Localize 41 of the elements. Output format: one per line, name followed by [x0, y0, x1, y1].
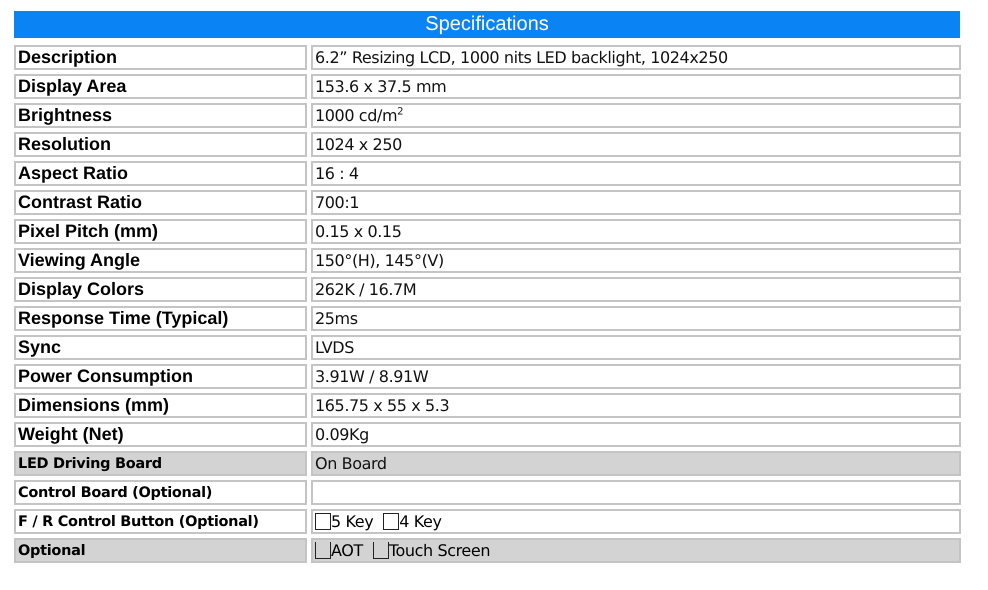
spec-value: 700:1: [315, 193, 360, 212]
spec-label: Display Area: [18, 76, 126, 97]
spec-label: Resolution: [18, 134, 111, 155]
spec-label: Contrast Ratio: [18, 192, 142, 213]
spec-value: 150°(H), 145°(V): [315, 251, 444, 270]
spec-label: Brightness: [18, 105, 112, 126]
spec-value: 16 : 4: [315, 164, 359, 183]
spec-label: Optional: [18, 542, 86, 558]
spec-value: 3.91W / 8.91W: [315, 367, 428, 386]
spec-value: 25ms: [315, 309, 358, 328]
spec-value: 153.6 x 37.5 mm: [315, 77, 446, 96]
spec-value: 0.15 x 0.15: [315, 222, 402, 241]
spec-label: LED Driving Board: [18, 456, 162, 472]
spec-value: 165.75 x 55 x 5.3: [315, 396, 450, 415]
spec-label: Control Board (Optional): [18, 484, 212, 500]
checkbox[interactable]: [372, 542, 389, 559]
spec-label: Description: [18, 47, 118, 68]
spec-label: Sync: [18, 337, 62, 358]
spec-value: LVDS: [315, 338, 354, 357]
spec-value: 6.2” Resizing LCD, 1000 nits LED backlight, 1024x250: [315, 48, 728, 67]
option-label: AOT: [331, 541, 363, 560]
checkbox[interactable]: [315, 513, 331, 530]
spec-label: Dimensions (mm): [18, 395, 170, 416]
spec-label: Response Time (Typical): [18, 308, 228, 329]
section-title: Specifications: [14, 11, 960, 38]
option-label: 5 Key: [331, 512, 374, 531]
spec-label: F / R Control Button (Optional): [18, 514, 259, 530]
spec-label: Power Consumption: [18, 366, 193, 387]
checkbox[interactable]: [383, 513, 400, 530]
spec-value: 262K / 16.7M: [315, 280, 416, 299]
spec-value: 1000 cd/m$^{2}$: [315, 106, 404, 125]
spec-label: Viewing Angle: [18, 250, 140, 271]
spec-label: Aspect Ratio: [18, 163, 128, 184]
spec-label: Pixel Pitch (mm): [18, 221, 158, 242]
checkbox[interactable]: [315, 542, 331, 559]
spec-label: Weight (Net): [18, 424, 124, 445]
spec-value: 1024 x 250: [315, 135, 402, 154]
spec-value: On Board: [315, 454, 387, 473]
spec-label: Display Colors: [18, 279, 144, 300]
option-label: 4 Key: [399, 512, 442, 531]
spec-value: 0.09Kg: [315, 425, 369, 444]
